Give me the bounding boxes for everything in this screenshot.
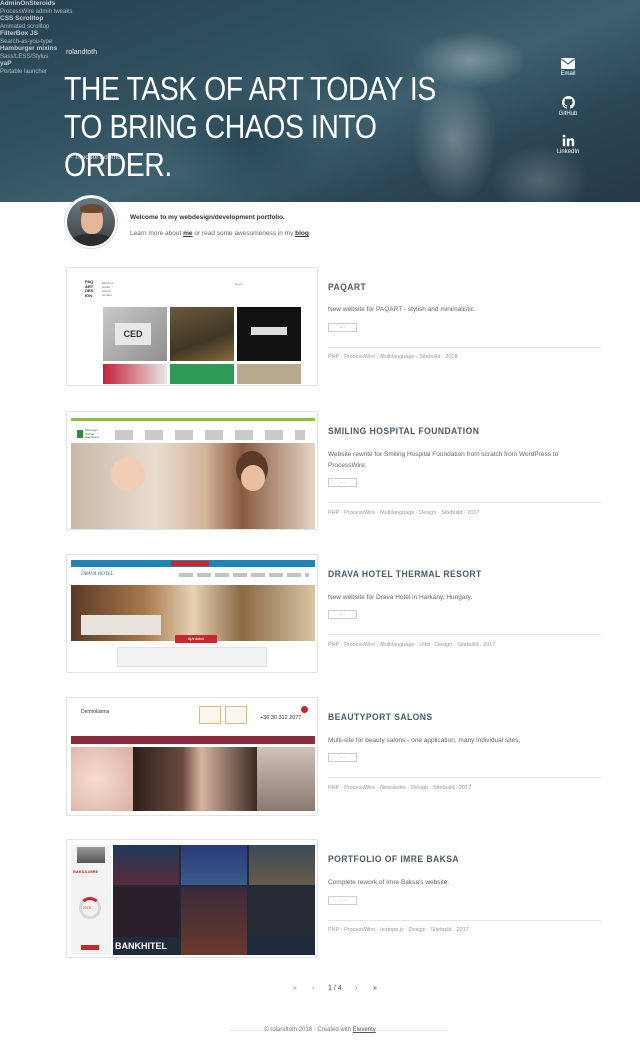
smiling-logo-text: Mosolygó Kórház Alapítvány [85, 428, 100, 439]
beauty-slide-2 [133, 747, 257, 811]
beauty-phone: +36 30 312 2077 [260, 715, 302, 721]
project-details-button[interactable]: ··· [328, 478, 357, 487]
quote-author: — Theodor Adorno [66, 154, 121, 161]
project-title[interactable]: DRAVA HOTEL THERMAL RESORT [328, 569, 482, 580]
project-thumbnail-imre-baksa[interactable]: BAKSA IMRE 2015 BANKHITEL [66, 839, 318, 958]
site-name[interactable]: rolandtoth [66, 49, 97, 56]
pagination-first[interactable]: « [293, 985, 297, 992]
project-description: Website rewrite for Smiling Hospital Fou… [328, 451, 559, 469]
smiling-logo-mark [77, 430, 83, 438]
social-linkedin-link[interactable]: LinkedIn [552, 134, 584, 155]
project-thumbnail-paqart[interactable]: PAQ ART DES IGN about us works clients c… [66, 267, 318, 386]
paqart-thumb-bottle [170, 307, 234, 361]
drava-offers-button: Ajánlatok [175, 635, 217, 643]
project-details-button[interactable]: ··· [328, 323, 357, 332]
smiling-hero-image [71, 443, 315, 529]
project-tags: PHP · ProcessWire · Multilanguage · Site… [328, 354, 458, 360]
paqart-logo: PAQ ART DES IGN [85, 279, 94, 298]
pagination: « ‹ 1 / 4 › » [0, 985, 640, 997]
pagination-last[interactable]: » [373, 985, 377, 992]
divider [328, 502, 601, 503]
envelope-icon [561, 58, 575, 69]
project-description: Complete rework of Imre Baksa's website. [328, 879, 450, 886]
drava-hero-image [71, 585, 315, 641]
divider [328, 634, 601, 635]
social-github-link[interactable]: GitHub [552, 96, 584, 117]
project-thumbnail-drava-hotel[interactable]: DRÁVA HOTEL Ajánlatok [66, 554, 318, 673]
project-tags: PHP · ProcessWire · Isotope.js · Design … [328, 927, 469, 933]
project-tags: PHP · ProcessWire · Newsletter · Design … [328, 785, 472, 791]
project-details-button[interactable]: ··· [328, 896, 357, 905]
divider [328, 347, 601, 348]
paqart-thumb-box: CED [103, 307, 167, 361]
project-title[interactable]: PAQART [328, 282, 366, 293]
beauty-badge-2 [225, 706, 247, 724]
project-title[interactable]: SMILING HOSPITAL FOUNDATION [328, 426, 479, 437]
github-icon [561, 96, 575, 109]
hero-banner: AdminOnSteroids ProcessWire admin tweaks… [0, 0, 640, 202]
paqart-thumb-green [170, 364, 234, 384]
drava-menu [179, 573, 309, 577]
social-label: GitHub [558, 111, 578, 117]
pagination-current: 1 / 4 [328, 985, 342, 992]
smiling-topbar [71, 418, 315, 421]
paqart-thumb-dark [237, 307, 301, 361]
footer-text: © rolandtoth 2018 · Created with [264, 1027, 353, 1033]
social-label: Email [560, 71, 576, 77]
project-tags: PHP · ProcessWire · Multilanguage · UIki… [328, 642, 496, 648]
project-details-button[interactable]: ··· [328, 753, 357, 762]
linkedin-icon [562, 134, 574, 147]
intro-text-pre: Learn more about [130, 230, 184, 237]
beauty-red-dot [301, 706, 308, 713]
intro-welcome: Welcome to my webdesign/development port… [130, 214, 285, 221]
project-title[interactable]: BEAUTYPORT SALONS [328, 712, 433, 723]
baksa-chart-label: 2015 [83, 906, 91, 910]
eleventy-link[interactable]: Eleventy [353, 1027, 376, 1033]
hero-quote: THE TASK OF ART TODAY IS TO BRING CHAOS … [64, 70, 436, 183]
beauty-logo: Dermolasma [81, 709, 110, 715]
blog-link[interactable]: blog [295, 230, 309, 237]
baksa-grid: BANKHITEL [113, 845, 315, 955]
pagination-prev[interactable]: ‹ [312, 985, 314, 992]
project-title[interactable]: PORTFOLIO OF IMRE BAKSA [328, 854, 459, 865]
paqart-menu: about us works clients contact [102, 281, 114, 297]
baksa-name: BAKSA IMRE [73, 869, 99, 874]
drava-topbar [71, 560, 315, 567]
avatar [65, 196, 117, 248]
beauty-badge-1 [199, 706, 221, 724]
drava-booking-bar [117, 647, 267, 667]
paqart-thumb-red [103, 364, 167, 384]
project-thumbnail-beautyport[interactable]: Dermolasma +36 30 312 2077 [66, 697, 318, 816]
project-details-button[interactable]: ··· [328, 610, 357, 619]
intro-text-post: . [308, 230, 311, 237]
social-email-link[interactable]: Email [552, 58, 584, 77]
smiling-menu [115, 430, 305, 440]
beauty-slide-1 [71, 747, 133, 811]
project-description: New website for PAQART - stylish and min… [328, 306, 476, 313]
beauty-menu-bar [71, 736, 315, 744]
divider [328, 777, 601, 778]
project-tags: PHP · ProcessWire · Multilanguage · Desi… [328, 510, 480, 516]
intro-text: Learn more about me or read some awesome… [130, 230, 311, 237]
pagination-next[interactable]: › [355, 985, 357, 992]
intro-text-mid: or read some awesomeness in my [192, 230, 296, 237]
beauty-slide-3 [257, 747, 315, 811]
baksa-sidebar: BAKSA IMRE 2015 [71, 845, 111, 955]
paqart-thumb-beige [237, 364, 301, 384]
social-label: LinkedIn [556, 149, 580, 155]
project-description: Multi-site for beauty salons - one appli… [328, 737, 521, 744]
paqart-lang: hu en [235, 282, 243, 286]
footer: © rolandtoth 2018 · Created with Elevent… [0, 1027, 640, 1033]
about-me-link[interactable]: me [183, 230, 192, 237]
project-description: New website for Drava Hotel in Harkány, … [328, 594, 473, 601]
baksa-banner-text: BANKHITEL [115, 941, 167, 951]
drava-logo: DRÁVA HOTEL [81, 572, 114, 577]
project-thumbnail-smiling-hospital[interactable]: Mosolygó Kórház Alapítvány [66, 411, 318, 530]
divider [328, 920, 601, 921]
